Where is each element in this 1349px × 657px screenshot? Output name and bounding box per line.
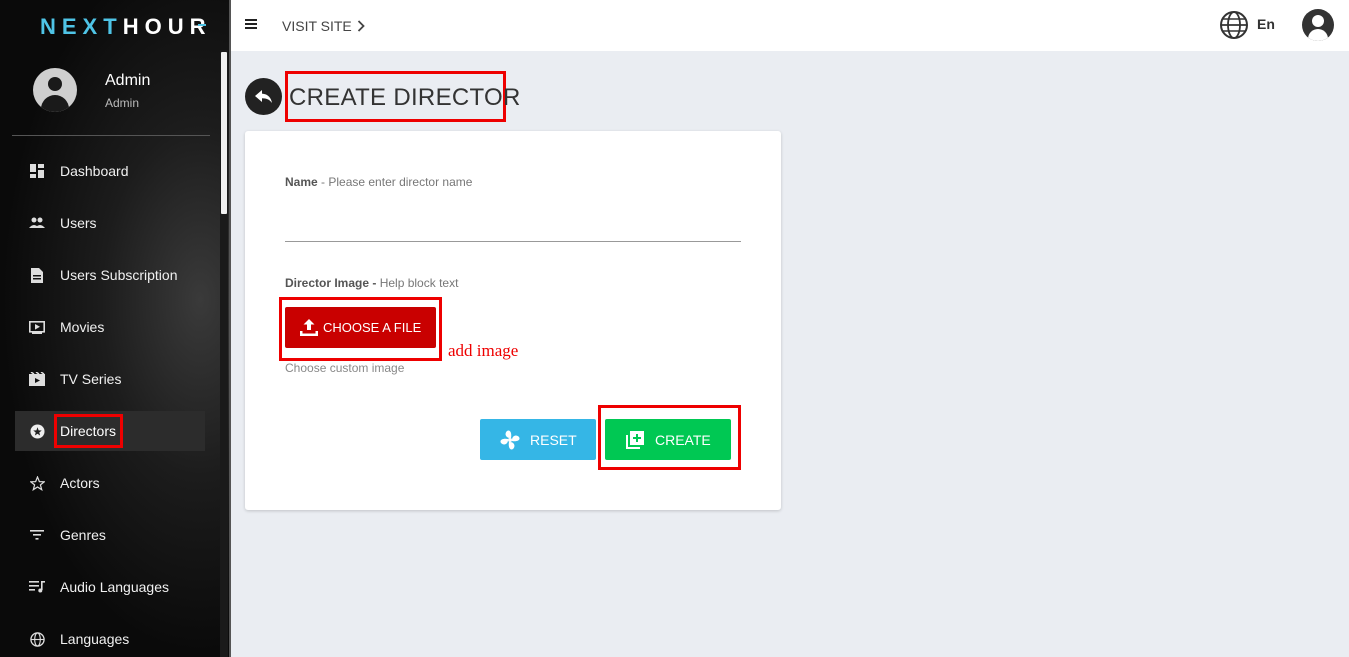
brand-logo[interactable]: NEXTHOUR: [40, 14, 211, 40]
star-circle-icon: [29, 423, 45, 439]
sidebar-item-label: TV Series: [60, 371, 122, 387]
user-account-icon[interactable]: [1302, 9, 1334, 41]
create-button[interactable]: CREATE: [605, 419, 731, 460]
create-label: CREATE: [655, 431, 711, 448]
dashboard-icon: [29, 163, 45, 179]
sidebar-item-audio-languages[interactable]: Audio Languages: [15, 567, 205, 607]
sidebar-item-label: Audio Languages: [60, 579, 169, 595]
star-outline-icon: [29, 475, 45, 491]
sidebar-item-movies[interactable]: Movies: [15, 307, 205, 347]
topbar: VISIT SITE En: [231, 0, 1349, 51]
custom-image-hint: Choose custom image: [285, 361, 405, 375]
choose-file-label: CHOOSE A FILE: [323, 320, 422, 335]
logo-accent: [198, 24, 206, 26]
chevron-right-icon: [357, 17, 365, 35]
globe-icon: [29, 631, 45, 647]
music-list-icon: [29, 579, 45, 595]
name-input-underline: [285, 241, 741, 242]
globe-icon[interactable]: [1219, 10, 1249, 40]
director-name-input[interactable]: [285, 212, 741, 238]
profile-role: Admin: [105, 96, 140, 110]
sidebar-item-label: Dashboard: [60, 163, 129, 179]
sidebar-item-label: Users: [60, 215, 97, 231]
sidebar-item-dashboard[interactable]: Dashboard: [15, 151, 205, 191]
page-title: CREATE DIRECTOR: [289, 84, 521, 111]
hamburger-menu-icon[interactable]: [245, 19, 257, 31]
reset-label: RESET: [530, 431, 577, 448]
choose-file-button[interactable]: CHOOSE A FILE: [285, 307, 436, 348]
sidebar-item-label: Users Subscription: [60, 267, 178, 283]
filter-icon: [29, 527, 45, 543]
sidebar-item-label: Actors: [60, 475, 100, 491]
sidebar-border: [229, 0, 231, 657]
reset-button[interactable]: RESET: [480, 419, 596, 460]
sidebar-item-languages[interactable]: Languages: [15, 619, 205, 657]
sidebar-item-tv-series[interactable]: TV Series: [15, 359, 205, 399]
back-button[interactable]: [245, 78, 282, 115]
sidebar-item-label: Movies: [60, 319, 105, 335]
avatar: [33, 68, 77, 112]
sidebar-item-actors[interactable]: Actors: [15, 463, 205, 503]
sidebar-item-users[interactable]: Users: [15, 203, 205, 243]
sidebar-item-label: Languages: [60, 631, 130, 647]
movie-icon: [29, 319, 45, 335]
sidebar-item-label: Genres: [60, 527, 106, 543]
reply-arrow-icon: [254, 89, 272, 103]
name-field-label: Name - Please enter director name: [285, 175, 473, 189]
sidebar-scrollbar-thumb[interactable]: [221, 52, 227, 214]
users-icon: [29, 215, 45, 231]
profile-name: Admin: [105, 72, 151, 89]
tv-series-icon: [29, 371, 45, 387]
document-icon: [29, 267, 45, 283]
sidebar-item-label: Directors: [54, 414, 124, 448]
language-selector[interactable]: En: [1257, 16, 1275, 32]
fan-icon: [500, 429, 520, 450]
sidebar-item-genres[interactable]: Genres: [15, 515, 205, 555]
visit-site-link[interactable]: VISIT SITE: [282, 18, 352, 34]
sidebar: NEXTHOUR Admin Admin Dashboard Users Use…: [0, 0, 229, 657]
sidebar-item-directors[interactable]: Directors: [15, 411, 205, 451]
sidebar-item-users-subscription[interactable]: Users Subscription: [15, 255, 205, 295]
divider: [12, 135, 210, 136]
annotation-add-image: add image: [448, 341, 519, 360]
upload-icon: [300, 318, 318, 336]
image-field-label: Director Image - Help block text: [285, 276, 459, 290]
add-library-icon: [626, 430, 644, 449]
